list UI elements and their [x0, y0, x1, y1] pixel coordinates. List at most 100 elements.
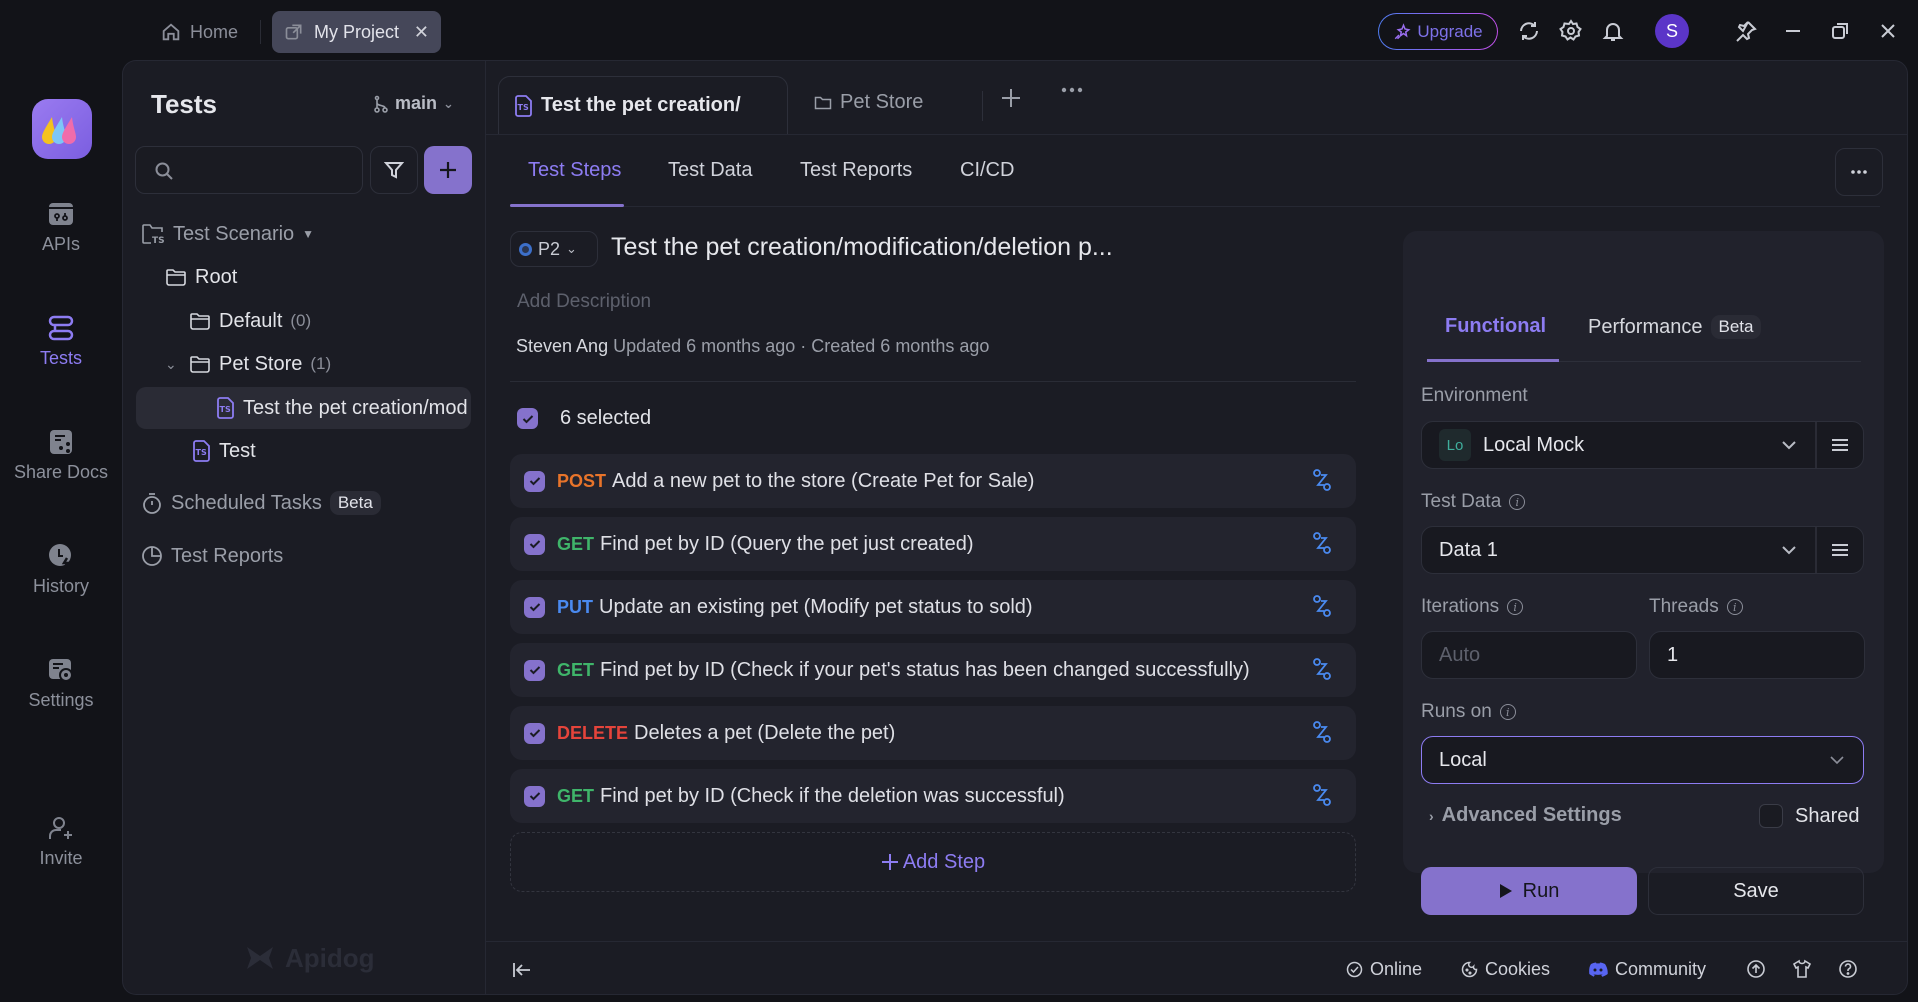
help-icon[interactable]: [1838, 959, 1858, 979]
advanced-settings-label: Advanced Settings: [1441, 804, 1622, 826]
info-icon[interactable]: i: [1499, 704, 1516, 720]
step-checkbox[interactable]: [524, 533, 545, 555]
gear-icon[interactable]: [1558, 18, 1584, 44]
test-step-row[interactable]: GET Find pet by ID (Check if your pet's s…: [510, 643, 1356, 697]
shared-checkbox-row[interactable]: Shared: [1759, 804, 1860, 828]
test-data-manage-button[interactable]: [1815, 527, 1863, 573]
ts-file-icon: TS: [215, 397, 235, 419]
rail-item-history[interactable]: History: [0, 542, 122, 597]
doc-tab-pet-store[interactable]: Pet Store: [814, 91, 923, 114]
test-step-row[interactable]: GET Find pet by ID (Query the pet just cr…: [510, 517, 1356, 571]
shared-checkbox[interactable]: [1759, 804, 1783, 828]
add-step-button[interactable]: Add Step: [510, 832, 1356, 892]
advanced-settings-toggle[interactable]: › Advanced Settings: [1429, 804, 1622, 827]
test-reports-item[interactable]: Test Reports: [141, 536, 283, 576]
restore-icon[interactable]: [1827, 18, 1853, 44]
filter-button[interactable]: [370, 146, 418, 194]
upgrade-button[interactable]: Upgrade: [1378, 13, 1498, 50]
tree-search-input[interactable]: [135, 146, 363, 194]
test-step-row[interactable]: PUT Update an existing pet (Modify pet st…: [510, 580, 1356, 634]
rail-item-invite[interactable]: Invite: [0, 814, 122, 869]
environment-select[interactable]: Lo Local Mock: [1421, 421, 1864, 469]
apidog-logo[interactable]: [32, 99, 92, 159]
linked-api-icon[interactable]: [1312, 721, 1332, 743]
linked-api-icon[interactable]: [1312, 532, 1332, 554]
theme-shirt-icon[interactable]: [1792, 959, 1812, 979]
linked-api-icon[interactable]: [1312, 784, 1332, 806]
rail-item-share-docs[interactable]: Share Docs: [0, 428, 122, 483]
tree-node-pet-store[interactable]: ⌄ Pet Store (1): [165, 344, 331, 384]
tab-test-steps[interactable]: Test Steps: [528, 159, 621, 182]
runs-on-select[interactable]: Local: [1421, 736, 1864, 784]
save-button[interactable]: Save: [1648, 867, 1864, 915]
rail-label: Tests: [39, 348, 82, 368]
tab-ci-cd[interactable]: CI/CD: [960, 159, 1014, 182]
iterations-input[interactable]: Auto: [1421, 631, 1637, 679]
threads-input[interactable]: 1: [1649, 631, 1865, 679]
run-button[interactable]: Run: [1421, 867, 1637, 915]
select-all-checkbox[interactable]: [517, 408, 538, 429]
project-tab[interactable]: My Project ✕: [272, 11, 441, 53]
tab-test-data[interactable]: Test Data: [668, 159, 752, 182]
step-checkbox[interactable]: [524, 785, 545, 807]
test-step-row[interactable]: GET Find pet by ID (Check if the deletion…: [510, 769, 1356, 823]
test-step-row[interactable]: POST Add a new pet to the store (Create P…: [510, 454, 1356, 508]
rail-item-tests[interactable]: Tests: [0, 314, 122, 369]
new-tab-icon[interactable]: [1000, 87, 1022, 109]
scenario-title[interactable]: Test the pet creation/modification/delet…: [611, 233, 1113, 262]
pin-icon[interactable]: [1733, 18, 1759, 44]
selected-count: 6 selected: [560, 407, 652, 429]
tabs-more-icon[interactable]: [1061, 87, 1083, 93]
tree-node-root[interactable]: Root: [165, 257, 237, 297]
test-step-row[interactable]: DELETE Deletes a pet (Delete the pet): [510, 706, 1356, 760]
updated-time: Updated 6 months ago: [613, 336, 796, 356]
select-all-row[interactable]: 6 selected: [517, 407, 651, 430]
main-panel: TS Test the pet creation/ Pet Store Test…: [485, 60, 1908, 995]
branch-selector[interactable]: main ⌄: [373, 93, 454, 114]
cookies-button[interactable]: Cookies: [1461, 959, 1550, 980]
home-tab[interactable]: Home: [160, 17, 238, 47]
collapse-sidebar-icon[interactable]: [512, 961, 532, 979]
user-avatar[interactable]: S: [1655, 14, 1689, 48]
close-window-icon[interactable]: [1875, 18, 1901, 44]
tree-node-default[interactable]: Default (0): [189, 301, 311, 341]
more-options-button[interactable]: [1835, 148, 1883, 196]
step-checkbox[interactable]: [524, 470, 545, 492]
priority-selector[interactable]: P2 ⌄: [510, 231, 598, 267]
test-data-select[interactable]: Data 1: [1421, 526, 1864, 574]
linked-api-icon[interactable]: [1312, 658, 1332, 680]
run-label: Run: [1522, 879, 1560, 902]
info-icon[interactable]: i: [1509, 494, 1526, 510]
tab-performance[interactable]: Performance Beta: [1588, 315, 1762, 339]
test-data-select-value[interactable]: Data 1: [1422, 527, 1815, 573]
environment-select-value[interactable]: Lo Local Mock: [1422, 422, 1815, 468]
community-link[interactable]: Community: [1588, 959, 1706, 980]
rail-item-settings[interactable]: Settings: [0, 656, 122, 711]
step-checkbox[interactable]: [524, 596, 545, 618]
close-tab-icon[interactable]: ✕: [414, 22, 429, 43]
bell-icon[interactable]: [1600, 18, 1626, 44]
rail-item-apis[interactable]: APIs: [0, 200, 122, 255]
tab-test-reports[interactable]: Test Reports: [800, 159, 912, 182]
info-icon[interactable]: i: [1726, 599, 1743, 615]
add-test-button[interactable]: [424, 146, 472, 194]
tree-node-test-scenario[interactable]: TS Test Scenario ▼: [141, 214, 314, 254]
sync-icon[interactable]: [1516, 18, 1542, 44]
step-checkbox[interactable]: [524, 722, 545, 744]
tree-node-test[interactable]: TS Test: [191, 431, 256, 471]
linked-api-icon[interactable]: [1312, 595, 1332, 617]
info-icon[interactable]: i: [1507, 599, 1524, 615]
online-status[interactable]: Online: [1346, 959, 1422, 980]
scheduled-tasks-item[interactable]: Scheduled Tasks Beta: [141, 483, 381, 523]
linked-api-icon[interactable]: [1312, 469, 1332, 491]
tab-functional[interactable]: Functional: [1445, 315, 1546, 338]
menu-icon: [1831, 438, 1849, 452]
description-input[interactable]: Add Description: [517, 291, 651, 313]
tree-node-test-case[interactable]: TS Test the pet creation/modification/de…: [215, 388, 467, 428]
chevron-down-icon[interactable]: ⌄: [165, 356, 181, 373]
doc-tab-test-case[interactable]: TS Test the pet creation/: [498, 76, 788, 134]
environment-manage-button[interactable]: [1815, 422, 1863, 468]
step-checkbox[interactable]: [524, 659, 545, 681]
upload-icon[interactable]: [1746, 959, 1766, 979]
minimize-icon[interactable]: [1780, 18, 1806, 44]
